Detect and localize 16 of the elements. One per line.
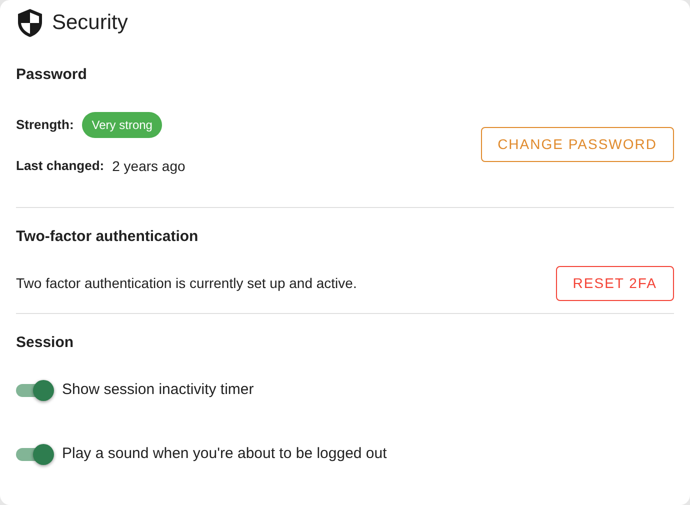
- status-text: Two factor authentication is currently set up and active.: [16, 274, 357, 293]
- change-password-button[interactable]: CHANGE PASSWORD: [480, 126, 674, 162]
- strength-badge: Very strong: [82, 112, 162, 138]
- toggle-label: Play a sound when you're about to be logged out: [62, 444, 387, 464]
- section-heading: Two-factor authentication: [16, 226, 200, 246]
- shield-icon: [16, 8, 44, 38]
- reset-2fa-button[interactable]: RESET 2FA: [556, 266, 674, 301]
- toggle-switch[interactable]: [16, 378, 54, 401]
- field-label: Strength:: [16, 116, 74, 134]
- card-title: Security: [52, 10, 128, 36]
- field-label: Last changed:: [16, 157, 104, 176]
- field-value: 2 years ago: [112, 156, 186, 176]
- section-heading: Session: [16, 333, 75, 353]
- section-heading: Password: [16, 65, 88, 85]
- toggle-label: Show session inactivity timer: [62, 380, 254, 400]
- toggle-switch[interactable]: [16, 443, 54, 466]
